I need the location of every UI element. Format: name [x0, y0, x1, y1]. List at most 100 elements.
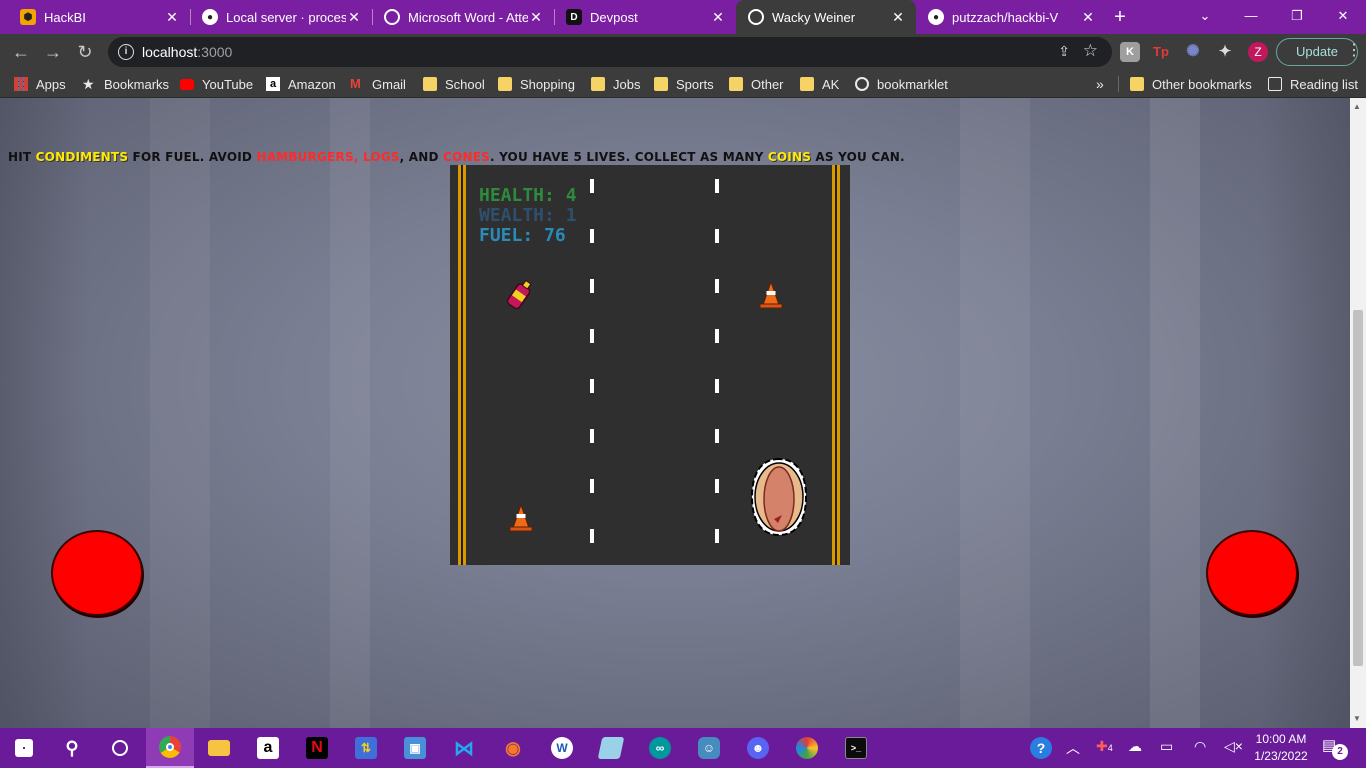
discord-icon: ☻ [747, 737, 769, 759]
left-control-button[interactable] [51, 530, 143, 616]
taskbar-remote-desktop[interactable]: ▣ [391, 728, 439, 768]
site-info-icon[interactable]: i [118, 44, 134, 60]
task-view-button[interactable] [96, 728, 144, 768]
bookmark-jobs[interactable]: Jobs [591, 70, 640, 98]
taskbar-arduino[interactable]: ∞ [636, 728, 684, 768]
bookmark-label: Sports [676, 76, 714, 92]
onedrive-icon[interactable]: ☁ [1128, 738, 1142, 755]
profile-avatar[interactable]: Z [1248, 42, 1268, 62]
bookmark-label: Shopping [520, 76, 575, 92]
bookmark-label: Reading list [1290, 76, 1358, 92]
game-page: Hit condiments for fuel. Avoid hamburger… [0, 98, 1350, 728]
close-icon[interactable]: ✕ [528, 9, 544, 26]
menu-kebab-icon[interactable]: ⋮ [1346, 40, 1362, 60]
bookmark-bookmarks[interactable]: ★ Bookmarks [82, 70, 169, 98]
share-icon[interactable]: ⇪ [1058, 43, 1070, 60]
extension-snowflake-icon[interactable]: ✺ [1183, 42, 1203, 62]
start-button[interactable] [0, 728, 48, 768]
taskbar-amazon[interactable]: a [244, 728, 292, 768]
taskbar-paint[interactable] [783, 728, 831, 768]
taskbar-terminal[interactable]: >_ [832, 728, 880, 768]
tab-local-server[interactable]: ● Local server · processin ✕ [182, 0, 372, 34]
bookmark-ak[interactable]: AK [800, 70, 839, 98]
tab-devpost[interactable]: D Devpost ✕ [546, 0, 736, 34]
github-icon: ● [928, 9, 944, 25]
bookmark-label: AK [822, 76, 840, 92]
taskbar-netflix[interactable]: N [293, 728, 341, 768]
star-icon: ★ [82, 76, 95, 92]
taskbar-blender[interactable]: ◉ [489, 728, 537, 768]
bookmark-shopping[interactable]: Shopping [498, 70, 575, 98]
new-tab-button[interactable]: + [1108, 5, 1132, 29]
reading-list-button[interactable]: Reading list [1268, 70, 1358, 98]
extension-k-icon[interactable]: K [1120, 42, 1140, 62]
extensions-puzzle-icon[interactable]: ✦ [1215, 42, 1235, 62]
extension-tp-icon[interactable]: Tp [1151, 42, 1171, 62]
browser-toolbar: ← → ↻ i localhost:3000 ⇪ ☆ K Tp ✺ ✦ Z Up… [0, 34, 1366, 70]
taskbar-chrome[interactable] [146, 728, 194, 768]
system-clock[interactable]: 10:00 AM 1/23/2022 [1250, 731, 1312, 765]
hotdog-player-icon[interactable] [746, 457, 812, 537]
tray-chevron-icon[interactable]: ︿ [1066, 738, 1080, 758]
scrollbar-thumb[interactable] [1353, 310, 1363, 666]
reload-button[interactable]: ↻ [72, 39, 98, 65]
apps-grid-icon [14, 77, 28, 91]
bookmark-school[interactable]: School [423, 70, 485, 98]
tray-app-icon[interactable]: ✚4 [1096, 738, 1113, 755]
taskbar-file-explorer[interactable] [195, 728, 243, 768]
volume-icon[interactable]: ◁× [1224, 738, 1243, 755]
bookmark-amazon[interactable]: a Amazon [266, 70, 336, 98]
right-control-button[interactable] [1206, 530, 1298, 616]
taskbar-vscode[interactable]: ⋈ [440, 728, 488, 768]
bookmark-other[interactable]: Other [729, 70, 784, 98]
globe-icon [855, 77, 869, 91]
bookmark-apps[interactable]: Apps [14, 70, 66, 98]
forward-button[interactable]: → [40, 39, 66, 65]
restore-button[interactable]: ❐ [1274, 0, 1320, 34]
bookmark-youtube[interactable]: YouTube [180, 70, 253, 98]
taskbar-word-app[interactable]: W [538, 728, 586, 768]
lane-dash [715, 179, 719, 193]
taskbar-godot[interactable]: ☺ [685, 728, 733, 768]
devpost-icon: D [566, 9, 582, 25]
bookmark-gmail[interactable]: M Gmail [350, 70, 406, 98]
godot-icon: ☺ [698, 737, 720, 759]
close-icon[interactable]: ✕ [346, 9, 362, 26]
windows-taskbar: ⚲ a N ⇅ ▣ ⋈ ◉ W ∞ ☺ ☻ >_ ? ︿ ✚4 ☁ ▭ ◠ ◁×… [0, 728, 1366, 768]
scroll-up-icon[interactable]: ▲ [1353, 102, 1361, 111]
close-icon[interactable]: ✕ [710, 9, 726, 26]
back-button[interactable]: ← [8, 39, 34, 65]
bookmark-star-icon[interactable]: ☆ [1083, 41, 1098, 61]
tab-microsoft-word[interactable]: Microsoft Word - Atte ✕ [364, 0, 554, 34]
bookmark-sports[interactable]: Sports [654, 70, 714, 98]
close-window-button[interactable]: ✕ [1320, 0, 1366, 34]
close-icon[interactable]: ✕ [164, 9, 180, 26]
close-icon[interactable]: ✕ [890, 9, 906, 26]
vscode-icon: ⋈ [454, 737, 474, 760]
taskbar-search-button[interactable]: ⚲ [48, 728, 96, 768]
tab-wacky-weiner[interactable]: Wacky Weiner ✕ [736, 0, 916, 34]
game-canvas[interactable]: HEALTH: 4 WEALTH: 1 FUEL: 76 [450, 165, 850, 565]
taskbar-notes[interactable] [587, 728, 635, 768]
notifications-button[interactable]: ▤ 2 [1322, 736, 1348, 760]
page-scrollbar[interactable]: ▲ ▼ [1350, 98, 1366, 728]
taskbar-discord[interactable]: ☻ [734, 728, 782, 768]
minimize-button[interactable]: — [1228, 0, 1274, 34]
tab-search-button[interactable]: ⌄ [1182, 0, 1228, 34]
wifi-icon[interactable]: ◠ [1194, 738, 1206, 755]
tab-hackbi[interactable]: ⬢ HackBI ✕ [0, 0, 190, 34]
taskbar-network-app[interactable]: ⇅ [342, 728, 390, 768]
tab-hackbi-repo[interactable]: ● putzzach/hackbi-V ✕ [916, 0, 1106, 34]
bookmarks-overflow-button[interactable]: » [1096, 76, 1104, 92]
address-bar[interactable]: i localhost:3000 ⇪ ☆ [108, 37, 1112, 67]
bookmark-other-bookmarks[interactable]: Other bookmarks [1130, 70, 1252, 98]
bookmark-bookmarklet[interactable]: bookmarklet [855, 70, 948, 98]
battery-icon[interactable]: ▭ [1160, 738, 1173, 755]
task-view-icon [112, 740, 128, 756]
close-icon[interactable]: ✕ [1080, 9, 1096, 26]
scroll-down-icon[interactable]: ▼ [1353, 714, 1361, 723]
bookmark-label: bookmarklet [877, 76, 948, 92]
help-icon[interactable]: ? [1030, 737, 1052, 759]
lane-dash [715, 279, 719, 293]
clock-time: 10:00 AM [1255, 732, 1307, 746]
